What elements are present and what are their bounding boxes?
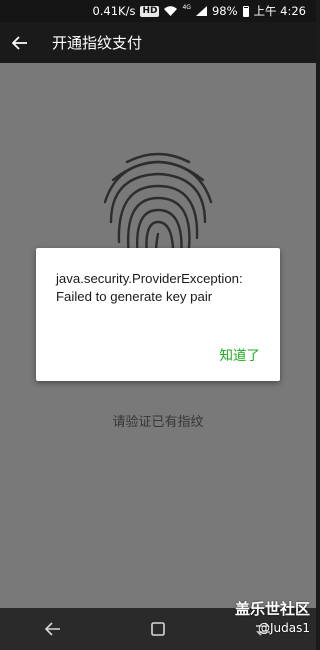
error-dialog: java.security.ProviderException: Failed …	[36, 248, 280, 381]
watermark: 盖乐世社区 @Judas1	[235, 598, 310, 635]
app-bar: 开通指纹支付	[0, 22, 316, 63]
nav-back-icon	[44, 622, 60, 636]
back-button[interactable]	[0, 22, 40, 63]
status-bar: 0.41K/s HD 4G 98% 上午 4:26	[0, 0, 316, 22]
arrow-left-icon	[12, 35, 27, 50]
battery-icon	[242, 5, 249, 17]
battery-percent: 98%	[211, 4, 238, 18]
network-speed: 0.41K/s	[92, 4, 136, 18]
confirm-button[interactable]: 知道了	[220, 344, 261, 364]
signal-icon	[195, 6, 207, 16]
watermark-title: 盖乐世社区	[234, 600, 310, 618]
nav-home-button[interactable]	[143, 614, 173, 644]
nav-back-button[interactable]	[38, 614, 68, 644]
network-type: 4G	[182, 3, 191, 11]
square-home-icon	[151, 622, 165, 636]
page-title: 开通指纹支付	[52, 34, 143, 52]
clock: 上午 4:26	[253, 4, 306, 18]
dialog-message-line1: java.security.ProviderException:	[56, 271, 243, 286]
dialog-message-line2: Failed to generate key pair	[56, 289, 213, 304]
dialog-message: java.security.ProviderException: Failed …	[56, 270, 268, 306]
hd-badge: HD	[140, 5, 160, 17]
watermark-user: @Judas1	[257, 621, 310, 635]
wifi-icon	[164, 6, 178, 16]
